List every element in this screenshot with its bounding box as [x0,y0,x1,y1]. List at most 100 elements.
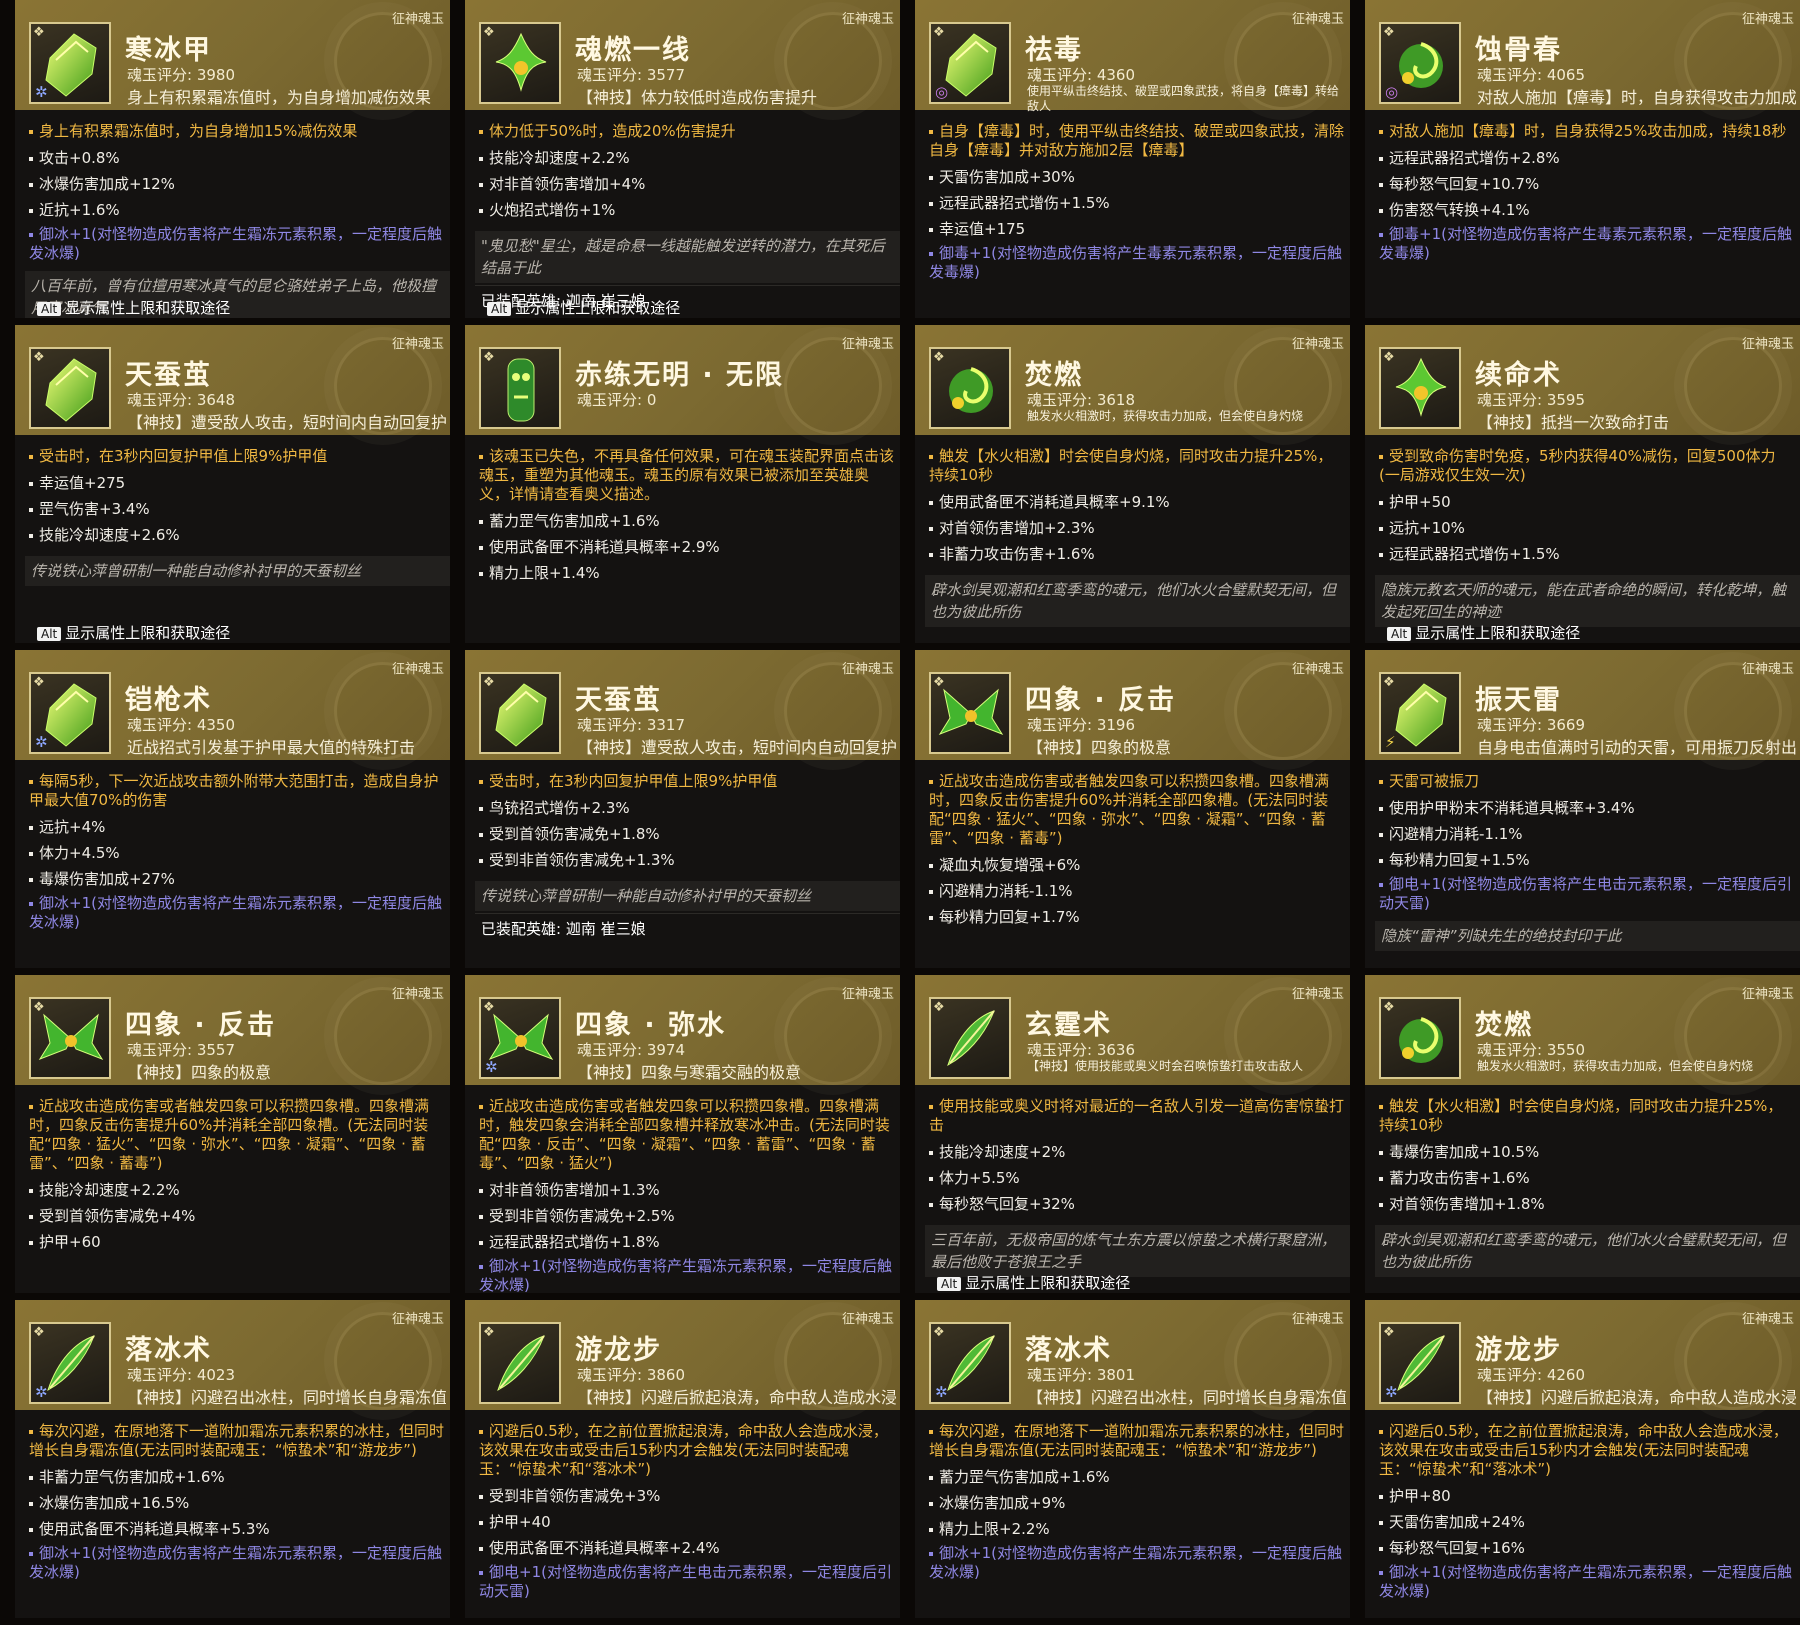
tooltip-header: ❖ 征神魂玉 魂燃一线 魂玉评分: 3577 【神技】体力较低时造成伤害提升 [465,0,900,110]
stat-line: 火炮招式增伤+1% [479,197,900,223]
soul-jade-tooltip: ❖ ✲ 征神魂玉 落冰术 魂玉评分: 4023 【神技】闪避召出冰柱，同时增长自身霜冻值每… [15,1300,450,1618]
stat-text: 远程武器招式增伤+2.8% [1389,149,1560,167]
stat-line: 对非首领伤害增加+1.3% [479,1177,900,1203]
alt-hint: Alt 显示属性上限和获取途径 [1387,622,1580,643]
soul-jade-score: 魂玉评分: 3317 [577,716,685,734]
stat-line: 受到非首领伤害减免+1.3% [479,847,900,873]
element-bonus-text: 御冰+1(对怪物造成伤害将产生霜冻元素积累，一定程度后触发冰爆) [1379,1563,1792,1600]
stat-line: 技能冷却速度+2.2% [29,1177,450,1203]
tooltip-body: 每隔5秒，下一次近战攻击额外附带大范围打击，造成自身护甲最大值70%的伤害 远抗+… [29,772,450,932]
stat-text: 远抗+4% [39,818,106,836]
category-tag: 征神魂玉 [841,1312,894,1327]
soul-jade-tooltip: ❖ ✲ 征神魂玉 游龙步 魂玉评分: 4260 【神技】闪避后掀起浪涛，命中敌人造成水浸闪… [1365,1300,1800,1618]
stat-text: 幸运值+275 [39,474,126,492]
soul-jade-tooltip: ❖ 征神魂玉 魂燃一线 魂玉评分: 3577 【神技】体力较低时造成伤害提升 体力低于50… [465,0,900,318]
soul-jade-name: 焚燃 [1025,360,1083,391]
soul-jade-score: 魂玉评分: 3636 [1027,1041,1135,1059]
corner-mark-icon: ❖ [33,25,45,40]
tooltip-header: ❖ 征神魂玉 四象 · 反击 魂玉评分: 3196 【神技】四象的极意 [915,650,1350,760]
tooltip-header: ❖ ✲ 征神魂玉 四象 · 弥水 魂玉评分: 3974 【神技】四象与寒霜交融的极意 [465,975,900,1085]
soul-jade-score: 魂玉评分: 3618 [1027,391,1135,409]
main-effect-text: 闪避后0.5秒，在之前位置掀起浪涛，命中敌人会造成水浸，该效果在攻击或受击后15… [1379,1422,1788,1478]
element-bonus-text: 御电+1(对怪物造成伤害将产生电击元素积累，一定程度后引动天雷) [1379,875,1792,912]
soul-jade-icon-frame: ❖ [29,347,111,429]
main-effect-text: 该魂玉已失色，不再具备任何效果，可在魂玉装配界面点击该魂玉，重塑为其他魂玉。魂玉… [479,447,895,503]
category-tag: 征神魂玉 [841,12,894,27]
main-effect-text: 近战攻击造成伤害或者触发四象可以积攒四象槽。四象槽满时，触发四象会消耗全部四象槽… [479,1097,890,1172]
stat-text: 冰爆伤害加成+12% [39,175,175,193]
soul-jade-summary: 【神技】闪避召出冰柱，同时增长自身霜冻值 [1027,1388,1346,1407]
main-effect-text: 受到致命伤害时免疫，5秒内获得40%减伤，回复500体力(一局游戏仅生效一次) [1379,447,1776,484]
stat-text: 远程武器招式增伤+1.5% [939,194,1110,212]
main-effect-text: 触发【水火相激】时会使自身灼烧，同时攻击力提升25%，持续10秒 [929,447,1333,484]
category-tag: 征神魂玉 [1291,987,1344,1002]
stat-text: 冰爆伤害加成+9% [939,1494,1066,1512]
main-effect-text: 受击时，在3秒内回复护甲值上限9%护甲值 [489,772,778,790]
soul-jade-name: 祛毒 [1025,35,1083,66]
main-effect-text: 使用技能或奥义时将对最近的一名敌人引发一道高伤害惊蛰打击 [929,1097,1345,1134]
equipped-hero-name: 迦南 崔三娘 [565,920,646,938]
tooltip-header: ❖ ✲ 征神魂玉 落冰术 魂玉评分: 3801 【神技】闪避召出冰柱，同时增长自身霜冻值 [915,1300,1350,1410]
element-bonus: 御冰+1(对怪物造成伤害将产生霜冻元素积累，一定程度后触发冰爆) [29,1544,450,1582]
tooltip-header: ❖ ✲ 征神魂玉 游龙步 魂玉评分: 4260 【神技】闪避后掀起浪涛，命中敌人造成水浸 [1365,1300,1800,1410]
soul-jade-summary: 对敌人施加【瘴毒】时，自身获得攻击力加成 [1477,88,1796,107]
soul-jade-summary: 【神技】四象的极意 [1027,738,1172,757]
stat-line: 每秒精力回复+1.7% [929,904,1350,930]
soul-jade-tooltip: ❖ ✲ 征神魂玉 铠枪术 魂玉评分: 4350 近战招式引发基于护甲最大值的特殊打击 每隔5… [15,650,450,968]
soul-jade-tooltip: ❖ 征神魂玉 赤练无明 · 无限 魂玉评分: 0 该魂玉已失色，不再具备任何效果，可在魂… [465,325,900,643]
soul-jade-icon-frame: ❖ [929,997,1011,1079]
main-effect: 身上有积累霜冻值时，为自身增加15%减伤效果 [29,122,450,141]
soul-jade-tooltip: ❖ 征神魂玉 四象 · 反击 魂玉评分: 3196 【神技】四象的极意 近战攻击造成伤害或… [915,650,1350,968]
soul-jade-icon-frame: ❖ [479,22,561,104]
soul-jade-summary: 【神技】四象与寒霜交融的极意 [577,1063,802,1082]
alt-hint: Alt 显示属性上限和获取途径 [37,297,230,318]
stat-text: 毒爆伤害加成+27% [39,870,175,888]
stat-line: 冰爆伤害加成+12% [29,171,450,197]
element-bonus-text: 御冰+1(对怪物造成伤害将产生霜冻元素积累，一定程度后触发冰爆) [479,1257,892,1293]
element-bonus-text: 御冰+1(对怪物造成伤害将产生霜冻元素积累，一定程度后触发冰爆) [929,1544,1342,1581]
alt-hint-text: 显示属性上限和获取途径 [1415,624,1581,642]
stat-line: 幸运值+275 [29,470,450,496]
stat-line: 罡气伤害+3.4% [29,496,450,522]
main-effect: 体力低于50%时，造成20%伤害提升 [479,122,900,141]
stat-text: 使用护甲粉末不消耗道具概率+3.4% [1389,799,1635,817]
element-bonus: 御电+1(对怪物造成伤害将产生电击元素积累，一定程度后引动天雷) [479,1563,900,1601]
soul-jade-tooltip: ❖ ✲ 征神魂玉 落冰术 魂玉评分: 3801 【神技】闪避召出冰柱，同时增长自身霜冻值每… [915,1300,1350,1618]
stat-text: 受到首领伤害减免+1.8% [489,825,660,843]
stat-text: 受到首领伤害减免+4% [39,1207,196,1225]
soul-jade-name: 天蚕茧 [575,685,662,716]
corner-mark-icon: ❖ [33,350,45,365]
tooltip-header: ❖ 征神魂玉 四象 · 反击 魂玉评分: 3557 【神技】四象的极意 [15,975,450,1085]
stat-line: 攻击+0.8% [29,145,450,171]
stat-text: 鸟铳招式增伤+2.3% [489,799,630,817]
stat-line: 闪避精力消耗-1.1% [1379,821,1800,847]
soul-jade-icon-frame: ❖ ✲ [929,1322,1011,1404]
soul-jade-name: 焚燃 [1475,1010,1533,1041]
alt-hint-text: 显示属性上限和获取途径 [965,1274,1131,1292]
stat-line: 远抗+4% [29,814,450,840]
ice-element-icon: ✲ [35,1383,48,1401]
tooltip-header: ❖ 征神魂玉 游龙步 魂玉评分: 3860 【神技】闪避后掀起浪涛，命中敌人造成水浸 [465,1300,900,1410]
stat-line: 毒爆伤害加成+10.5% [1379,1139,1800,1165]
corner-mark-icon: ❖ [33,1000,45,1015]
tooltip-body: 触发【水火相激】时会使自身灼烧，同时攻击力提升25%，持续10秒 毒爆伤害加成+1… [1379,1097,1800,1217]
stat-line: 护甲+50 [1379,489,1800,515]
main-effect: 受到致命伤害时免疫，5秒内获得40%减伤，回复500体力(一局游戏仅生效一次) [1379,447,1800,485]
stat-line: 体力+4.5% [29,840,450,866]
element-bonus-text: 御冰+1(对怪物造成伤害将产生霜冻元素积累，一定程度后触发冰爆) [29,894,442,931]
alt-hint-text: 显示属性上限和获取途径 [65,624,231,642]
tooltip-body: 触发【水火相激】时会使自身灼烧，同时攻击力提升25%，持续10秒 使用武备匣不消耗… [929,447,1350,567]
stat-text: 体力+4.5% [39,844,120,862]
soul-jade-summary: 自身电击值满时引动的天雷，可用振刀反射出去 [1477,738,1796,757]
tooltip-header: ❖ ◎ 征神魂玉 祛毒 魂玉评分: 4360 使用平纵击终结技、破罡或四象武技，将自身【瘴… [915,0,1350,113]
stat-text: 受到非首领伤害减免+1.3% [489,851,675,869]
soul-jade-tooltip: ❖ ◎ 征神魂玉 蚀骨春 魂玉评分: 4065 对敌人施加【瘴毒】时，自身获得攻击力加成对… [1365,0,1800,318]
stat-text: 非蓄力罡气伤害加成+1.6% [39,1468,225,1486]
alt-hint-text: 显示属性上限和获取途径 [65,299,231,317]
soul-jade-icon-frame: ❖ [479,672,561,754]
stat-line: 蓄力罡气伤害加成+1.6% [929,1464,1350,1490]
soul-jade-name: 蚀骨春 [1475,35,1562,66]
element-bonus-text: 御电+1(对怪物造成伤害将产生电击元素积累，一定程度后引动天雷) [479,1563,892,1600]
stat-line: 毒爆伤害加成+27% [29,866,450,892]
element-bonus: 御冰+1(对怪物造成伤害将产生霜冻元素积累，一定程度后触发冰爆) [479,1257,900,1293]
